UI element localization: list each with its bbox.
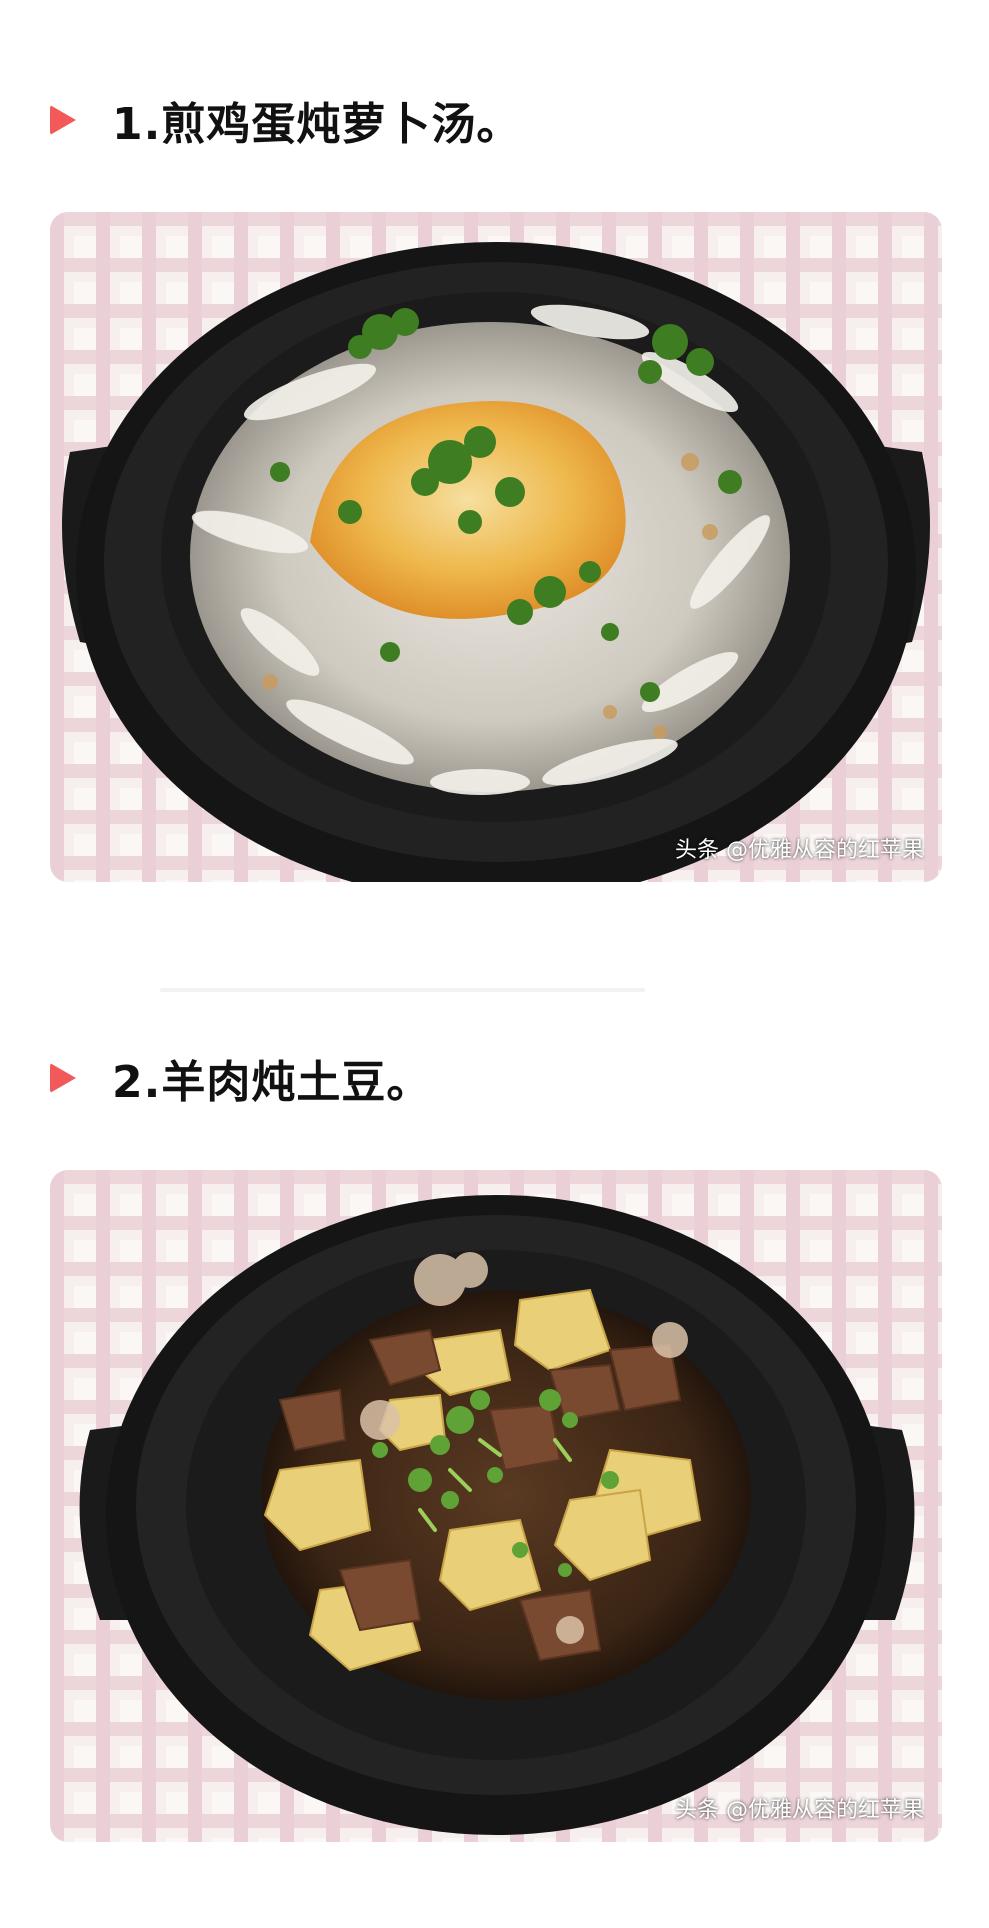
- play-triangle-icon: [50, 1063, 76, 1093]
- section-heading-1: 1.煎鸡蛋炖萝卜汤。: [50, 90, 521, 150]
- section-heading-2: 2.羊肉炖土豆。: [50, 1048, 431, 1108]
- heading-text: 1.煎鸡蛋炖萝卜汤。: [112, 99, 522, 150]
- dish-photo-radish-soup[interactable]: 头条 @优雅从容的红苹果: [50, 212, 942, 882]
- heading-text: 2.羊肉炖土豆。: [112, 1057, 432, 1108]
- lamb-potato-illustration: [50, 1170, 942, 1842]
- photo-watermark: 头条 @优雅从容的红苹果: [675, 838, 924, 863]
- play-triangle-icon: [50, 105, 76, 135]
- dish-photo-lamb-potato[interactable]: 头条 @优雅从容的红苹果: [50, 1170, 942, 1842]
- radish-soup-illustration: [50, 212, 942, 882]
- section-divider: [160, 988, 645, 992]
- photo-watermark: 头条 @优雅从容的红苹果: [675, 1798, 924, 1823]
